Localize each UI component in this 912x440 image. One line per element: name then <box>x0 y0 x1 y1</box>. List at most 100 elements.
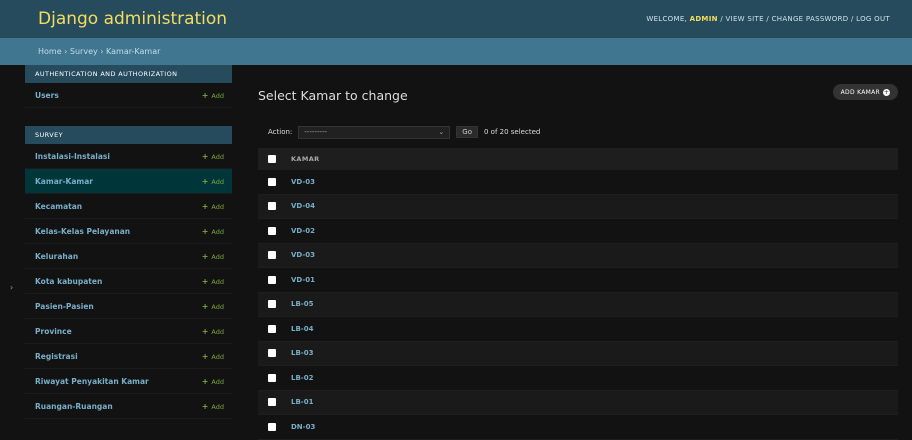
sidebar-add-link[interactable]: + Add <box>202 352 224 361</box>
plus-icon: + <box>201 376 209 386</box>
kamar-link[interactable]: LB-03 <box>291 349 313 357</box>
row-checkbox[interactable] <box>268 373 276 382</box>
action-select[interactable]: --------- ⌄ <box>298 125 451 139</box>
sidebar-item-label[interactable]: Kecamatan <box>35 202 82 211</box>
sidebar-item-label[interactable]: Pasien-Pasien <box>35 302 94 311</box>
sidebar-item-label[interactable]: Instalasi-Instalasi <box>35 152 110 161</box>
sidebar-item-label[interactable]: Ruangan-Ruangan <box>35 402 113 411</box>
sidebar-item-label[interactable]: Riwayat Penyakitan Kamar <box>35 377 149 386</box>
sidebar-add-link[interactable]: + Add <box>202 202 224 211</box>
user-tools: WELCOME, ADMIN / VIEW SITE / CHANGE PASS… <box>646 15 890 23</box>
module-caption[interactable]: AUTHENTICATION AND AUTHORIZATION <box>25 65 232 83</box>
sidebar-item-label[interactable]: Province <box>35 327 72 336</box>
kamar-link[interactable]: LB-04 <box>291 325 313 333</box>
add-kamar-button[interactable]: ADD KAMAR + <box>832 84 898 100</box>
sidebar-add-link[interactable]: + Add <box>202 252 224 261</box>
kamar-link[interactable]: VD-03 <box>291 251 315 259</box>
select-all-checkbox[interactable] <box>268 154 276 163</box>
site-header: Django administration WELCOME, ADMIN / V… <box>0 0 912 38</box>
change-password-link[interactable]: CHANGE PASSWORD <box>772 15 849 23</box>
table-row: VD-03 <box>258 170 898 195</box>
row-checkbox[interactable] <box>268 422 276 431</box>
site-branding[interactable]: Django administration <box>38 9 227 29</box>
page-title: Select Kamar to change <box>258 88 408 103</box>
table-row: LB-03 <box>258 341 898 366</box>
sidebar-item-label[interactable]: Registrasi <box>35 352 78 361</box>
sidebar-item-riwayat-penyakitan-kamar: Riwayat Penyakitan Kamar + Add <box>25 369 232 394</box>
kamar-link[interactable]: LB-02 <box>291 374 313 382</box>
log-out-link[interactable]: LOG OUT <box>856 15 890 23</box>
table-header-row: KAMAR <box>258 148 898 170</box>
sidebar-item-label[interactable]: Users <box>35 91 59 100</box>
username: ADMIN <box>689 15 718 23</box>
add-label: Add <box>211 152 224 161</box>
row-checkbox[interactable] <box>268 349 276 358</box>
sidebar-item-label[interactable]: Kelurahan <box>35 252 78 261</box>
sidebar-item-pasien-pasien: Pasien-Pasien + Add <box>25 294 232 319</box>
sidebar-add-link[interactable]: + Add <box>202 302 224 311</box>
plus-icon: + <box>201 251 209 261</box>
row-checkbox[interactable] <box>268 251 276 260</box>
kamar-link[interactable]: DN-03 <box>291 423 315 431</box>
plus-icon: + <box>201 301 209 311</box>
table-row: LB-04 <box>258 317 898 342</box>
sidebar-item-instalasi-instalasi: Instalasi-Instalasi + Add <box>25 144 232 169</box>
plus-icon: + <box>201 351 209 361</box>
sidebar-add-link[interactable]: + Add <box>202 277 224 286</box>
row-checkbox[interactable] <box>268 226 276 235</box>
action-label: Action: <box>268 128 293 136</box>
plus-icon: + <box>201 151 209 161</box>
column-header-kamar[interactable]: KAMAR <box>291 155 320 163</box>
table-row: LB-02 <box>258 366 898 391</box>
toggle-sidebar-chevron-icon[interactable]: › <box>10 283 20 293</box>
sidebar-add-link[interactable]: + Add <box>202 327 224 336</box>
table-row: LB-05 <box>258 292 898 317</box>
main-content: Select Kamar to change ADD KAMAR + Actio… <box>258 65 898 440</box>
row-checkbox[interactable] <box>268 398 276 407</box>
sidebar-item-label[interactable]: Kamar-Kamar <box>35 177 93 186</box>
sidebar-item-label[interactable]: Kota kabupaten <box>35 277 102 286</box>
table-body: VD-03 VD-04 VD-02 VD-03 VD-01 LB-05 LB-04 LB-03… <box>258 170 898 440</box>
row-checkbox[interactable] <box>268 202 276 211</box>
nav-sidebar: AUTHENTICATION AND AUTHORIZATION Users + Ad… <box>25 65 232 435</box>
kamar-link[interactable]: VD-03 <box>291 178 315 186</box>
breadcrumb[interactable]: Home › Survey › Kamar-Kamar <box>0 38 912 65</box>
row-checkbox[interactable] <box>268 177 276 186</box>
add-kamar-label: ADD KAMAR <box>840 88 880 96</box>
table-row: DN-03 <box>258 415 898 440</box>
view-site-link[interactable]: VIEW SITE <box>726 15 764 23</box>
add-label: Add <box>211 177 224 186</box>
sidebar-item-label[interactable]: Kelas-Kelas Pelayanan <box>35 227 130 236</box>
kamar-link[interactable]: VD-02 <box>291 227 315 235</box>
table-row: VD-01 <box>258 268 898 293</box>
row-checkbox[interactable] <box>268 324 276 333</box>
sidebar-add-link[interactable]: + Add <box>202 177 224 186</box>
table-row: LB-01 <box>258 390 898 415</box>
plus-icon: + <box>201 226 209 236</box>
kamar-link[interactable]: VD-01 <box>291 276 315 284</box>
go-button[interactable]: Go <box>456 126 478 138</box>
kamar-link[interactable]: VD-04 <box>291 202 315 210</box>
sidebar-add-link[interactable]: + Add <box>202 227 224 236</box>
actions-bar: Action: --------- ⌄ Go 0 of 20 selected <box>268 125 540 139</box>
row-checkbox[interactable] <box>268 275 276 284</box>
sidebar-add-link[interactable]: + Add <box>202 402 224 411</box>
plus-icon: + <box>883 88 890 96</box>
row-checkbox[interactable] <box>268 300 276 309</box>
table-row: VD-03 <box>258 243 898 268</box>
sidebar-item-ruangan-ruangan: Ruangan-Ruangan + Add <box>25 394 232 419</box>
plus-icon: + <box>201 176 209 186</box>
add-label: Add <box>211 402 224 411</box>
add-label: Add <box>211 327 224 336</box>
kamar-link[interactable]: LB-01 <box>291 398 313 406</box>
kamar-link[interactable]: LB-05 <box>291 300 313 308</box>
module-caption[interactable]: SURVEY <box>25 126 232 144</box>
sidebar-add-link[interactable]: + Add <box>202 91 224 100</box>
sidebar-item-users: Users + Add <box>25 83 232 108</box>
add-label: Add <box>211 377 224 386</box>
add-label: Add <box>211 227 224 236</box>
sidebar-item-kota-kabupaten: Kota kabupaten + Add <box>25 269 232 294</box>
sidebar-add-link[interactable]: + Add <box>202 152 224 161</box>
plus-icon: + <box>201 326 209 336</box>
sidebar-add-link[interactable]: + Add <box>202 377 224 386</box>
